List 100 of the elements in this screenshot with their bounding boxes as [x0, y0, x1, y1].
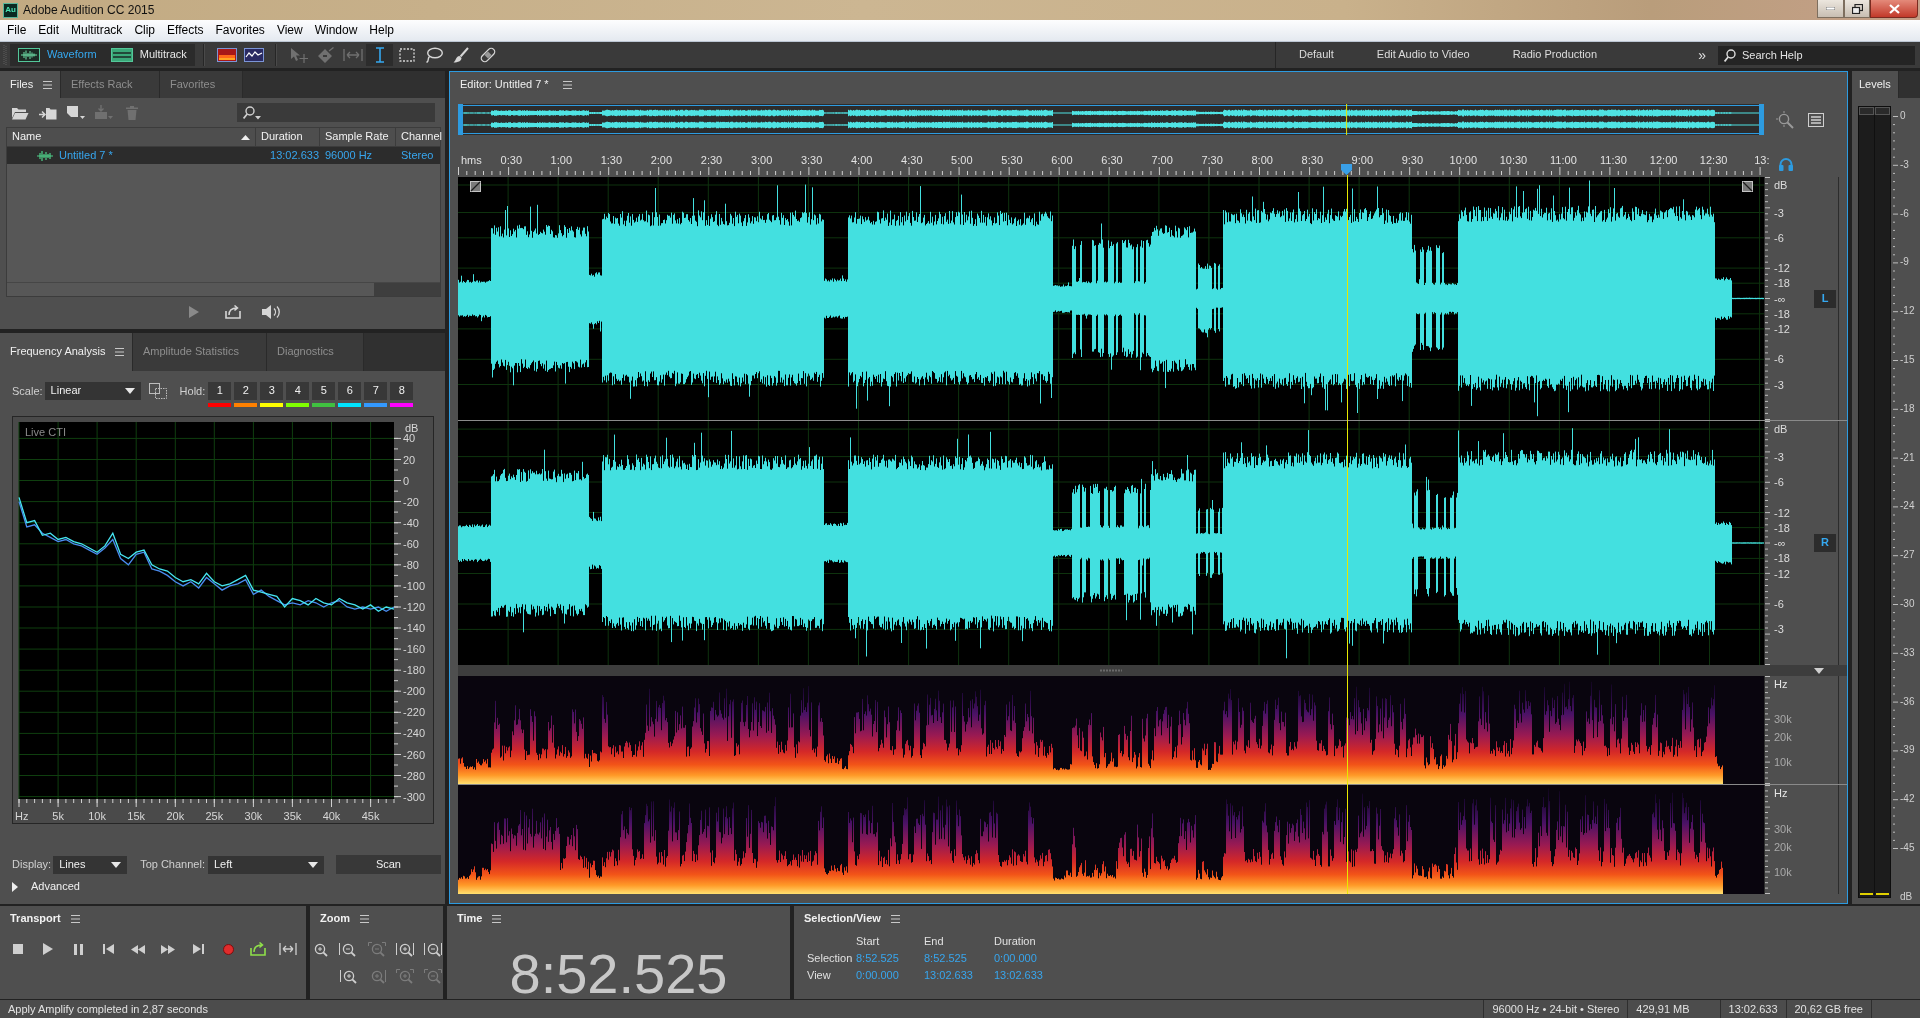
- field-label: Top Channel:: [140, 857, 205, 872]
- hold-button[interactable]: 7: [364, 382, 388, 400]
- caret-icon: [12, 881, 18, 892]
- ruler-label: 9:30: [1401, 154, 1424, 166]
- workspace-button[interactable]: Edit Audio to Video: [1376, 48, 1470, 62]
- view-toggle-button[interactable]: Waveform: [18, 44, 97, 66]
- scale-label: -3: [1774, 450, 1784, 463]
- file-row[interactable]: Untitled 7 * 13:02.633 96000 Hz Stereo: [7, 147, 440, 164]
- scale-label: dB: [1774, 423, 1788, 436]
- zoom-button[interactable]: [423, 940, 444, 958]
- channel-label[interactable]: L: [1814, 289, 1836, 308]
- overflow-button[interactable]: »: [1698, 48, 1706, 62]
- hold-button[interactable]: 3: [260, 382, 284, 400]
- minimize-button[interactable]: [1817, 0, 1844, 18]
- panel-tab[interactable]: Amplitude Statistics: [133, 333, 267, 371]
- column-header[interactable]: Channel: [396, 128, 447, 146]
- waveform-icon: [37, 150, 53, 161]
- hold-button[interactable]: 8: [390, 382, 414, 400]
- tool-button[interactable]: [366, 44, 393, 66]
- fade-handle-icon[interactable]: [470, 181, 481, 192]
- disclosure-toggle[interactable]: Advanced: [12, 880, 445, 893]
- hold-button[interactable]: 6: [338, 382, 362, 400]
- razor-blade-icon: [317, 47, 334, 63]
- axis-label: -160: [403, 643, 426, 656]
- zoom-button[interactable]: [338, 940, 358, 958]
- menu-item[interactable]: Clip: [128, 20, 162, 41]
- hold-button[interactable]: 1: [208, 382, 232, 400]
- tray-arrow-icon: [224, 305, 241, 319]
- menu-item[interactable]: File: [1, 20, 33, 41]
- zoom-button[interactable]: [339, 967, 359, 985]
- headphones-icon: [1778, 156, 1794, 171]
- ruler-label: 2:30: [700, 154, 723, 166]
- menu-item[interactable]: Effects: [161, 20, 210, 41]
- column-header[interactable]: Name: [7, 128, 256, 146]
- display-dropdown[interactable]: Lines: [53, 855, 128, 874]
- menu-icon: [70, 915, 80, 923]
- scale-label: 30k: [1774, 822, 1792, 835]
- hold-button[interactable]: 5: [312, 382, 336, 400]
- spectrogram-display[interactable]: [458, 676, 1764, 784]
- menu-item[interactable]: Edit: [32, 20, 66, 41]
- panel-tab[interactable]: Frequency Analysis: [0, 333, 133, 371]
- panel-tab[interactable]: Diagnostics: [267, 333, 364, 371]
- menu-item[interactable]: Favorites: [209, 20, 271, 41]
- ruler-label: hms: [461, 154, 482, 166]
- panel-tab[interactable]: Favorites: [160, 71, 243, 98]
- scale-label: -36: [1900, 695, 1915, 708]
- panel-tab[interactable]: Files: [0, 71, 61, 98]
- ruler-label: 1:30: [600, 154, 623, 166]
- transport-button[interactable]: [277, 940, 299, 958]
- zoom-button[interactable]: [395, 940, 415, 958]
- fade-handle-icon[interactable]: [1742, 181, 1753, 192]
- playhead-line[interactable]: [1346, 175, 1348, 894]
- channel-label[interactable]: R: [1814, 534, 1836, 552]
- hold-button[interactable]: 4: [286, 382, 310, 400]
- channel-dropdown[interactable]: Left: [207, 855, 324, 874]
- scale-label: -∞: [1774, 292, 1786, 305]
- scale-label: -6: [1900, 207, 1909, 220]
- panel-tab[interactable]: Effects Rack: [61, 71, 160, 98]
- waveform-display[interactable]: [458, 177, 1764, 420]
- scrollbar[interactable]: [7, 282, 440, 296]
- status-text: Apply Amplify completed in 2,87 seconds: [7, 1002, 209, 1017]
- playhead-marker-icon[interactable]: [1341, 164, 1353, 175]
- scroll-thumb[interactable]: [7, 283, 374, 296]
- editor-tab[interactable]: Editor: Untitled 7 *: [460, 78, 572, 92]
- search-field[interactable]: [237, 103, 435, 122]
- scale-label: dB: [1774, 179, 1788, 191]
- transport-button[interactable]: [247, 940, 269, 958]
- panel-tab[interactable]: Levels: [1852, 71, 1899, 98]
- workspace-button[interactable]: Radio Production: [1512, 48, 1597, 62]
- restore-button[interactable]: [1844, 0, 1870, 18]
- chart-title: Live CTI: [25, 426, 66, 438]
- panel-title: Transport: [10, 912, 61, 926]
- overview-waveform[interactable]: [458, 104, 1764, 135]
- menu-item[interactable]: View: [270, 20, 309, 41]
- workspace-button[interactable]: Default: [1299, 48, 1334, 62]
- scale-dropdown[interactable]: Linear: [44, 382, 141, 400]
- search-icon: [1724, 48, 1736, 62]
- menu-item[interactable]: Help: [363, 20, 401, 41]
- scale-label: 20k: [1774, 840, 1792, 853]
- panel-title: Selection/View: [804, 912, 881, 926]
- column-header[interactable]: Sample Rate: [320, 128, 396, 146]
- menu-icon: [43, 80, 53, 89]
- column-header: Duration: [994, 935, 1037, 947]
- search-field[interactable]: Search Help: [1718, 45, 1915, 65]
- view-toggle-button[interactable]: Multitrack: [110, 44, 187, 66]
- zoom-out-icon: [424, 941, 443, 957]
- menu-item[interactable]: Multitrack: [65, 20, 129, 41]
- caret-icon[interactable]: [1814, 668, 1824, 674]
- column-header[interactable]: Duration: [256, 128, 320, 146]
- menu-icon: [492, 915, 502, 923]
- hold-button[interactable]: 2: [234, 382, 258, 400]
- menu-item[interactable]: Window: [308, 20, 364, 41]
- ruler-label: 6:00: [1051, 154, 1073, 166]
- close-button[interactable]: [1870, 0, 1918, 18]
- resize-grip-icon[interactable]: [1099, 669, 1123, 672]
- waveform-display[interactable]: [458, 421, 1764, 665]
- scan-button[interactable]: Scan: [335, 855, 441, 874]
- ruler-label: 13:: [1754, 154, 1770, 166]
- close-icon: [1888, 3, 1900, 14]
- spectrogram-display[interactable]: [458, 785, 1764, 894]
